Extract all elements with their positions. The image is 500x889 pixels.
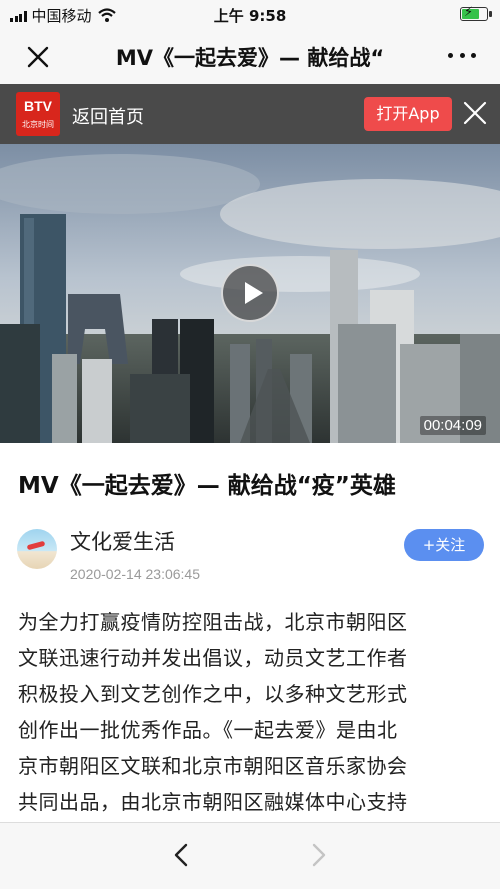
status-bar: 中国移动 上午 9:58 ⚡ [0, 0, 500, 28]
author-row: 文化爱生活 2020-02-14 23:06:45 +关注 [0, 520, 500, 590]
body-line: 创作出一批优秀作品。《一起去爱》是由北 [18, 718, 398, 742]
app-banner: BTV 北京时间 返回首页 打开App [0, 84, 500, 144]
close-icon[interactable] [24, 43, 52, 71]
video-player[interactable]: 00:04:09 [0, 144, 500, 443]
more-dots-icon[interactable] [448, 50, 476, 60]
chevron-right-icon [312, 843, 326, 867]
avatar[interactable] [17, 529, 57, 569]
battery-icon: ⚡ [460, 5, 492, 21]
bottom-toolbar [0, 822, 500, 889]
body-line: 京市朝阳区文联和北京市朝阳区音乐家协会 [18, 754, 408, 778]
open-app-button[interactable]: 打开App [364, 97, 452, 131]
banner-close-icon[interactable] [462, 100, 488, 126]
body-line: 为全力打赢疫情防控阻击战，北京市朝阳区 [18, 610, 408, 634]
body-line: 共同出品，由北京市朝阳区融媒体中心支持 [18, 790, 408, 814]
nav-bar: MV《一起去爱》— 献给战“ [0, 28, 500, 84]
video-duration: 00:04:09 [419, 416, 486, 435]
back-home-link[interactable]: 返回首页 [72, 103, 144, 129]
btv-logo: BTV 北京时间 [16, 92, 60, 136]
status-time: 上午 9:58 [213, 7, 287, 25]
play-icon[interactable] [221, 264, 279, 322]
follow-button[interactable]: +关注 [404, 529, 484, 561]
chevron-left-icon[interactable] [170, 843, 194, 867]
logo-text: BTV [24, 98, 52, 114]
charging-icon: ⚡ [464, 5, 474, 20]
post-time: 2020-02-14 23:06:45 [70, 566, 200, 582]
article-title: MV《一起去爱》— 献给战“疫”英雄 [18, 473, 396, 499]
body-line: 积极投入到文艺创作之中，以多种文艺形式 [18, 682, 408, 706]
body-line: 文联迅速行动并发出倡议，动员文艺工作者 [18, 646, 408, 670]
author-name[interactable]: 文化爱生活 [70, 526, 175, 556]
logo-subtext: 北京时间 [22, 120, 54, 129]
page-title: MV《一起去爱》— 献给战“ [115, 46, 385, 70]
article-body: 为全力打赢疫情防控阻击战，北京市朝阳区 文联迅速行动并发出倡议，动员文艺工作者 … [18, 604, 486, 820]
